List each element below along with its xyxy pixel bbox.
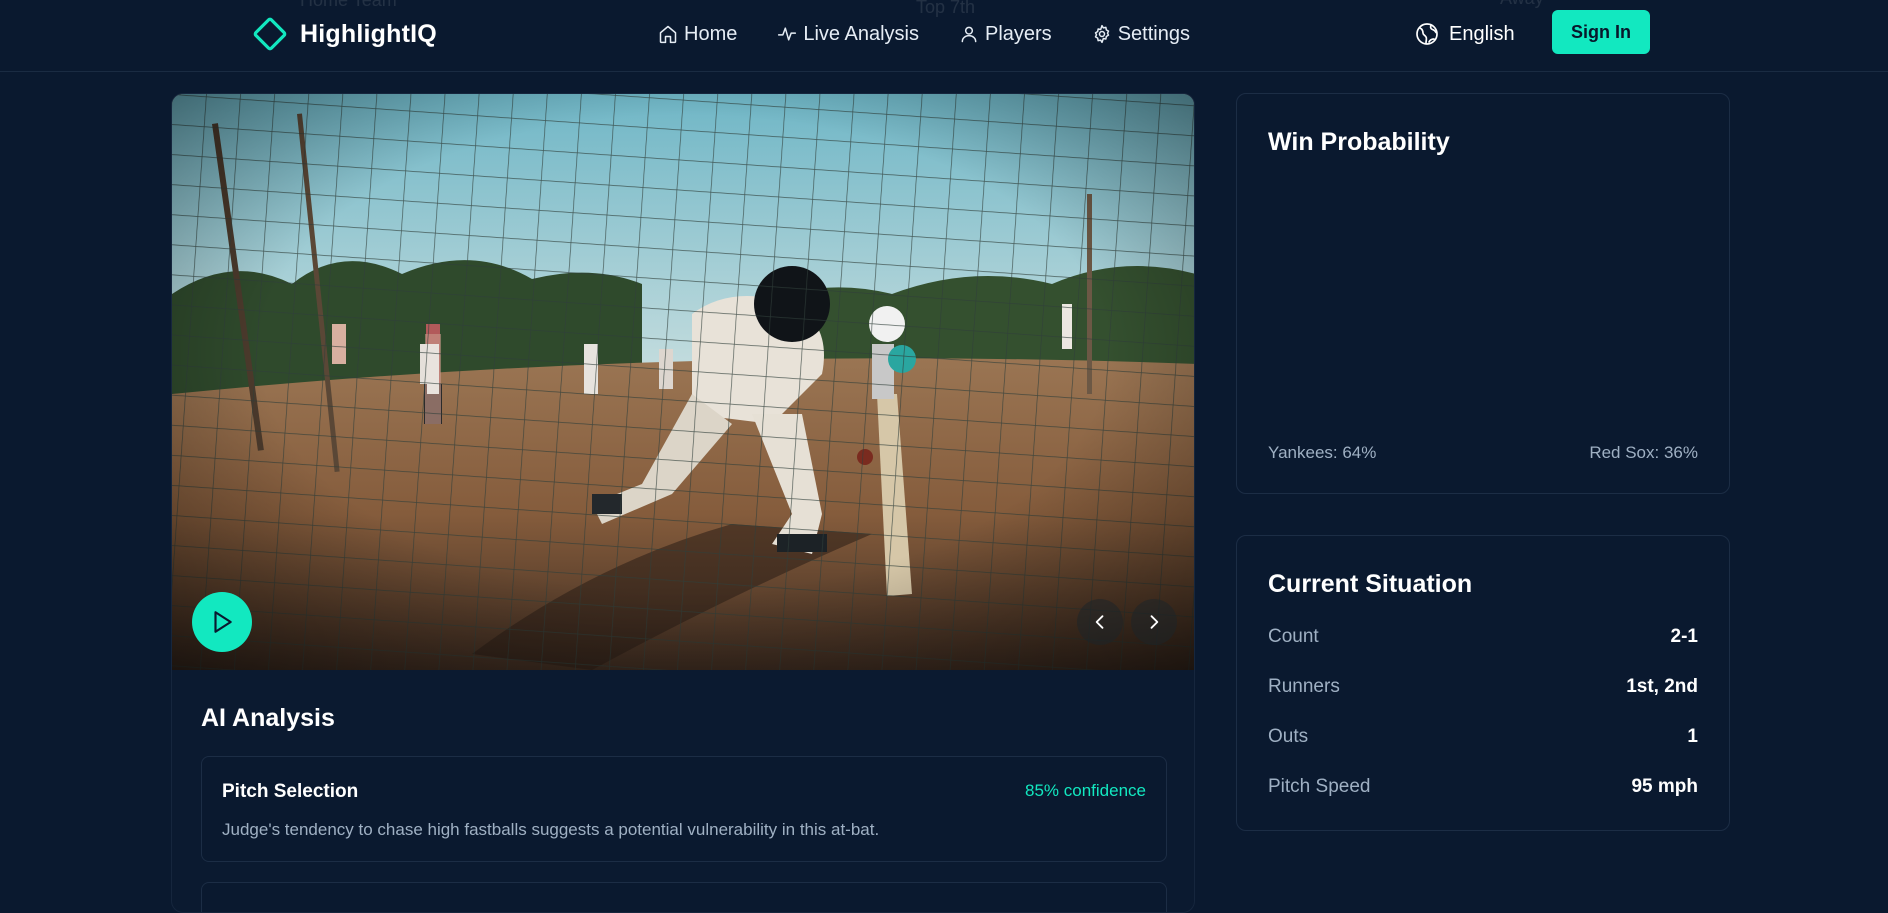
situation-row-pitch-speed: Pitch Speed 95 mph bbox=[1268, 772, 1698, 802]
insight-card-next bbox=[201, 882, 1167, 912]
insight-title: Pitch Selection bbox=[222, 781, 359, 802]
activity-icon bbox=[778, 27, 797, 41]
situation-row-count: Count 2-1 bbox=[1268, 622, 1698, 652]
situation-label: Runners bbox=[1268, 676, 1340, 697]
situation-label: Count bbox=[1268, 626, 1319, 647]
sign-in-button[interactable]: Sign In bbox=[1552, 10, 1650, 54]
scoreboard-away-ghost: Away bbox=[1500, 0, 1544, 9]
nav-item-players[interactable]: Players bbox=[959, 20, 1052, 48]
situation-label: Outs bbox=[1268, 726, 1309, 747]
win-probability-title: Win Probability bbox=[1268, 128, 1450, 156]
nav-item-live-analysis[interactable]: Live Analysis bbox=[777, 20, 919, 48]
user-icon bbox=[961, 26, 977, 43]
play-button[interactable] bbox=[192, 592, 252, 652]
diamond-logo-icon bbox=[253, 17, 287, 51]
situation-value: 1st, 2nd bbox=[1626, 676, 1698, 697]
situation-value: 1 bbox=[1687, 726, 1698, 747]
video-player[interactable] bbox=[172, 94, 1194, 670]
nav-label-settings: Settings bbox=[1117, 22, 1190, 45]
ai-analysis-title: AI Analysis bbox=[201, 704, 335, 732]
nav-item-home[interactable]: Home bbox=[658, 20, 737, 48]
current-situation-panel: Current Situation Count 2-1 Runners 1st,… bbox=[1236, 535, 1730, 831]
previous-clip-button[interactable] bbox=[1077, 599, 1123, 645]
situation-label: Pitch Speed bbox=[1268, 776, 1371, 797]
language-selector[interactable]: English bbox=[1415, 20, 1515, 48]
scoreboard-home-ghost: Home Team bbox=[300, 0, 397, 10]
insight-description: Judge's tendency to chase high fastballs… bbox=[222, 820, 880, 839]
cricket-practice-image bbox=[172, 94, 1194, 670]
video-card: AI Analysis Pitch Selection 85% confiden… bbox=[171, 93, 1195, 913]
situation-value: 2-1 bbox=[1670, 626, 1698, 647]
away-team-probability: Red Sox: 36% bbox=[1589, 443, 1698, 462]
home-team-probability: Yankees: 64% bbox=[1268, 443, 1377, 462]
next-clip-button[interactable] bbox=[1131, 599, 1177, 645]
home-icon bbox=[659, 25, 677, 44]
situation-value: 95 mph bbox=[1631, 776, 1698, 797]
current-situation-title: Current Situation bbox=[1268, 570, 1473, 598]
win-probability-panel: Win Probability Yankees: 64% Red Sox: 36… bbox=[1236, 93, 1730, 494]
confidence-badge: 85% confidence bbox=[1025, 781, 1146, 800]
play-icon bbox=[214, 611, 232, 633]
brand-name: HighlightIQ bbox=[300, 19, 437, 48]
nav-label-home: Home bbox=[684, 22, 738, 45]
nav-item-settings[interactable]: Settings bbox=[1092, 20, 1190, 48]
situation-row-outs: Outs 1 bbox=[1268, 722, 1698, 752]
language-label: English bbox=[1449, 22, 1515, 45]
gear-icon bbox=[1094, 24, 1109, 44]
chevron-left-icon bbox=[1095, 615, 1104, 629]
top-navbar: Home Team Top 7th Away HighlightIQ Home … bbox=[0, 0, 1888, 72]
scoreboard-inning-ghost: Top 7th bbox=[916, 0, 976, 17]
chevron-right-icon bbox=[1150, 615, 1159, 629]
main-nav: Home Live Analysis Players Settings bbox=[658, 20, 1230, 48]
globe-icon bbox=[1416, 23, 1438, 45]
nav-label-players: Players bbox=[984, 22, 1052, 45]
brand-logo[interactable]: HighlightIQ bbox=[250, 14, 437, 54]
nav-label-live-analysis: Live Analysis bbox=[803, 22, 919, 45]
insight-card-pitch-selection: Pitch Selection 85% confidence Judge's t… bbox=[201, 756, 1167, 862]
situation-row-runners: Runners 1st, 2nd bbox=[1268, 672, 1698, 702]
